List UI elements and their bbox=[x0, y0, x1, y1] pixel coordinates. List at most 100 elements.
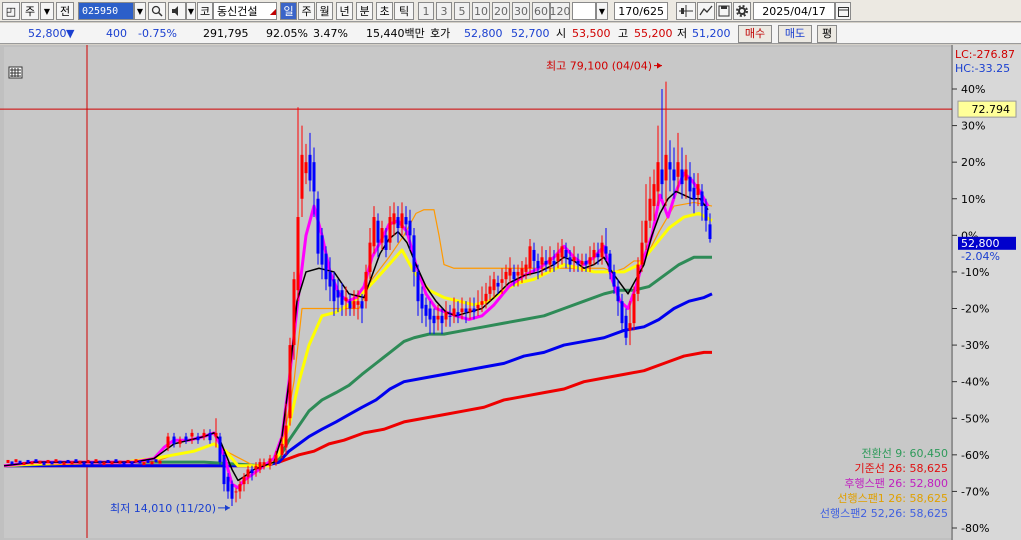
candle-body bbox=[344, 297, 348, 302]
count-display[interactable]: 170/625 bbox=[614, 2, 668, 20]
market-type-button[interactable]: 주 bbox=[21, 2, 39, 20]
save-icon[interactable] bbox=[716, 2, 732, 20]
search-icon[interactable] bbox=[148, 2, 166, 20]
period-tab-week[interactable]: 주 bbox=[298, 2, 315, 20]
candle-body bbox=[668, 162, 672, 170]
candle-body bbox=[540, 257, 544, 265]
candle-body bbox=[600, 242, 604, 258]
buy-button[interactable]: 매수 bbox=[738, 25, 772, 43]
y-tick-label: -70% bbox=[961, 485, 989, 498]
price-chart[interactable]: 40% 30% 20% 10% 0% -10% -20% -30% -40% -50% -60% -7… bbox=[0, 45, 1021, 540]
candle-body bbox=[356, 301, 360, 305]
candle-body bbox=[90, 461, 94, 465]
period-tab-tick[interactable]: 틱 bbox=[394, 2, 414, 20]
hc-label: HC:-33.25 bbox=[955, 62, 1010, 75]
market-dropdown-icon[interactable]: ▼ bbox=[40, 2, 54, 20]
candle-body bbox=[234, 491, 238, 493]
candle-body bbox=[368, 242, 372, 272]
candle-body bbox=[172, 436, 176, 444]
candle-body bbox=[584, 260, 588, 265]
candle-body bbox=[388, 217, 392, 243]
candle-body bbox=[316, 198, 320, 254]
candle-body bbox=[214, 432, 218, 437]
chart-svg[interactable]: 40%30%20%10%0%-10%-20%-30%-40%-50%-60%-7… bbox=[0, 45, 1021, 540]
period-tab-month[interactable]: 월 bbox=[316, 2, 333, 20]
grid-toggle-icon bbox=[8, 66, 23, 79]
candle-body bbox=[280, 443, 284, 455]
y-tick-label: -60% bbox=[961, 449, 989, 462]
open-price: 53,500 bbox=[572, 27, 611, 40]
interval-30[interactable]: 30 bbox=[512, 2, 530, 20]
interval-20[interactable]: 20 bbox=[492, 2, 510, 20]
crosshair-icon[interactable] bbox=[676, 2, 696, 20]
y-tick-label: -50% bbox=[961, 412, 989, 425]
candle-body bbox=[528, 246, 532, 269]
candle-body bbox=[488, 286, 492, 294]
candle-body bbox=[568, 257, 572, 265]
candle-body bbox=[696, 184, 700, 196]
current-pct-label: -2.04% bbox=[961, 250, 1000, 263]
candle-body bbox=[62, 462, 66, 466]
candle-body bbox=[242, 476, 246, 485]
period-tab-year[interactable]: 년 bbox=[336, 2, 353, 20]
candle-body bbox=[616, 286, 620, 302]
candle-body bbox=[190, 432, 194, 437]
interval-custom-input[interactable] bbox=[572, 2, 596, 20]
speaker-icon[interactable] bbox=[168, 2, 186, 20]
candle bbox=[288, 337, 292, 426]
prev-button[interactable]: 전 bbox=[56, 2, 74, 20]
candle-body bbox=[154, 459, 158, 463]
y-tick-label: 20% bbox=[961, 156, 985, 169]
eval-button[interactable]: 평 bbox=[817, 25, 837, 43]
interval-10[interactable]: 10 bbox=[472, 2, 490, 20]
period-tab-second[interactable]: 초 bbox=[376, 2, 393, 20]
calendar-icon[interactable] bbox=[835, 2, 851, 20]
open-label: 시 bbox=[556, 27, 567, 40]
interval-1[interactable]: 1 bbox=[418, 2, 434, 20]
candle-body bbox=[262, 462, 266, 466]
candle-body bbox=[576, 260, 580, 265]
period-tab-day[interactable]: 일 bbox=[280, 2, 297, 20]
y-tick-label: -10% bbox=[961, 266, 989, 279]
candle-body bbox=[22, 462, 26, 466]
candle-body bbox=[202, 432, 206, 437]
candle-body bbox=[26, 459, 30, 463]
lc-label: LC:-276.87 bbox=[955, 48, 1015, 61]
period-tab-minute[interactable]: 분 bbox=[356, 2, 373, 20]
low-price: 51,200 bbox=[692, 27, 731, 40]
quote-bar: 52,800 ▼ 400 -0.75% 291,795 92.05% 3.47%… bbox=[0, 23, 1021, 44]
code-dropdown-icon[interactable]: ▼ bbox=[134, 2, 146, 20]
sell-button[interactable]: 매도 bbox=[778, 25, 812, 43]
candle-body bbox=[360, 301, 364, 309]
candle-body bbox=[336, 290, 340, 298]
interval-dropdown-icon[interactable]: ▼ bbox=[596, 2, 608, 20]
candle-body bbox=[58, 460, 62, 464]
bid-label: 호가 bbox=[430, 27, 451, 40]
candle-body bbox=[400, 213, 404, 229]
interval-60[interactable]: 60 bbox=[532, 2, 550, 20]
candle-body bbox=[54, 459, 58, 463]
candle-body bbox=[456, 312, 460, 316]
stock-code-input[interactable]: 025950 bbox=[78, 2, 134, 20]
candle-body bbox=[114, 459, 118, 463]
market-badge: 코 bbox=[197, 2, 213, 20]
candle-body bbox=[376, 220, 380, 243]
interval-3[interactable]: 3 bbox=[436, 2, 452, 20]
candle-body bbox=[508, 268, 512, 276]
interval-120[interactable]: 120 bbox=[550, 2, 571, 20]
candle bbox=[218, 432, 222, 466]
candle-body bbox=[218, 436, 222, 463]
candle-body bbox=[340, 290, 344, 305]
trend-icon[interactable] bbox=[697, 2, 715, 20]
date-field[interactable]: 2025/04/17 bbox=[753, 2, 835, 20]
candle-body bbox=[94, 459, 98, 463]
candle bbox=[316, 191, 320, 265]
speaker-dropdown-icon[interactable]: ▼ bbox=[186, 2, 196, 20]
candle-body bbox=[380, 228, 384, 243]
gear-icon[interactable] bbox=[733, 2, 751, 20]
window-menu-icon[interactable]: ◰ bbox=[2, 2, 20, 20]
interval-5[interactable]: 5 bbox=[454, 2, 470, 20]
candle-body bbox=[146, 459, 150, 463]
candle-body bbox=[38, 460, 42, 464]
candle-body bbox=[536, 260, 540, 269]
